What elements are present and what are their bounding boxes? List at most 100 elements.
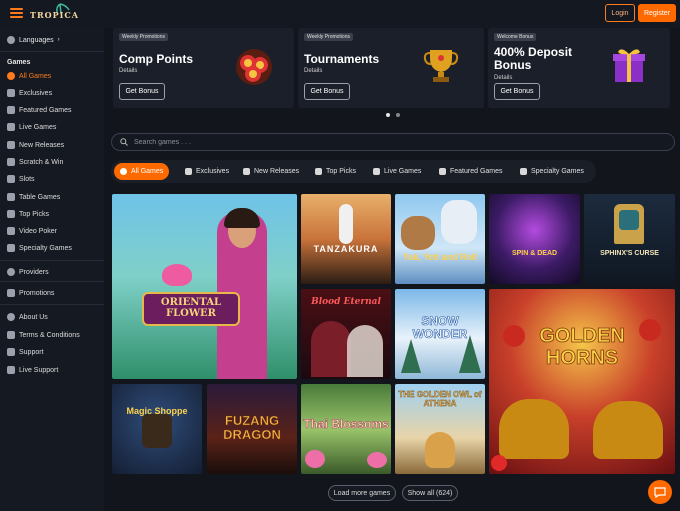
cards-icon [7,227,15,235]
star-icon [185,168,192,175]
sidebar-item-label: Terms & Conditions [19,331,80,339]
game-tile-golden-owl-athena[interactable]: THE GOLDEN OWL of ATHENA [395,384,485,474]
gift-icon [7,289,15,297]
game-tile-spin-dead[interactable]: SPIN & DEAD [489,194,580,284]
game-tile-tanzakura[interactable]: TANZAKURA [301,194,391,284]
sidebar-item-slots[interactable]: Slots [7,174,35,184]
horseshoe-icon [7,72,15,80]
show-all-button[interactable]: Show all (624) [402,485,458,501]
game-tile-snow-wonder[interactable]: SNOW WONDER [395,289,485,379]
divider [0,260,104,261]
trophy-icon [7,210,15,218]
register-button[interactable]: Register [638,4,676,22]
languages-selector[interactable]: Languages › [7,36,60,44]
providers-icon [7,268,15,276]
tab-live-games[interactable]: Live Games [367,163,427,180]
promo-card-tournaments[interactable]: Weekly Promotions Tournaments Details Ge… [298,28,484,108]
sidebar-item-label: Live Games [19,123,57,131]
promo-title: Comp Points [119,52,193,66]
get-bonus-button[interactable]: Get Bonus [119,83,165,100]
promo-details-link[interactable]: Details [494,75,512,81]
scratch-icon [7,158,15,166]
promo-details-link[interactable]: Details [119,68,137,74]
sidebar-item-scratch-win[interactable]: Scratch & Win [7,157,63,167]
tab-specialty-games[interactable]: Specialty Games [514,163,590,180]
game-title: SNOW WONDER [412,314,468,341]
slots-icon [7,175,15,183]
tab-featured-games[interactable]: Featured Games [433,163,509,180]
logo[interactable]: TROPICA [30,2,78,26]
game-title: SPIN & DEAD [511,250,558,257]
flame-icon [7,106,15,114]
trophy-cup-icon [423,50,459,82]
promo-title: 400% Deposit Bonus [494,45,573,72]
sidebar-item-label: Featured Games [19,106,72,114]
promo-card-comp-points[interactable]: Weekly Promotions Comp Points Details Ge… [113,28,294,108]
sidebar-item-label: All Games [19,72,52,80]
provider-badge-icon [491,455,507,471]
top-bar: TROPICA Login Register [0,0,680,28]
sidebar-item-promotions[interactable]: Promotions [7,288,54,298]
sidebar-item-label: Scratch & Win [19,158,64,166]
carousel-dot[interactable] [396,113,400,117]
tab-label: Featured Games [450,168,503,175]
game-tile-yak-yeti-roll[interactable]: Yak, Yeti and Roll [395,194,485,284]
tab-label: Live Games [384,168,422,175]
sidebar-item-label: Providers [19,268,49,276]
hamburger-menu-icon[interactable] [10,8,23,18]
game-title: SPHINX'S CURSE [600,250,659,257]
game-title: THE GOLDEN OWL of ATHENA [398,390,482,408]
sidebar-item-exclusives[interactable]: Exclusives [7,88,52,98]
sidebar-item-specialty-games[interactable]: Specialty Games [7,243,72,253]
get-bonus-button[interactable]: Get Bonus [494,83,540,100]
logo-text: TROPICA [30,10,79,20]
games-heading: Games [7,59,31,66]
sidebar-item-live-games[interactable]: Live Games [7,122,56,132]
game-tile-sphinx-curse[interactable]: SPHINX'S CURSE [584,194,675,284]
tab-new-releases[interactable]: New Releases [237,163,305,180]
game-tile-oriental-flower[interactable]: ORIENTAL FLOWER [112,194,297,379]
sidebar-item-top-picks[interactable]: Top Picks [7,209,49,219]
sidebar-item-support[interactable]: Support [7,347,44,357]
sidebar-item-label: Live Support [19,366,59,374]
sidebar-item-live-support[interactable]: Live Support [7,365,58,375]
load-more-button[interactable]: Load more games [328,485,396,501]
sidebar-item-about-us[interactable]: About Us [7,312,48,322]
chat-button[interactable] [648,480,672,504]
divider [0,304,104,305]
promo-card-deposit-bonus[interactable]: Welcome Bonus 400% Deposit Bonus Details… [488,28,670,108]
mail-icon [7,348,15,356]
game-title: Blood Eternal [311,297,381,307]
sidebar-item-terms[interactable]: Terms & Conditions [7,330,80,340]
game-tile-thai-blossoms[interactable]: Thai Blossoms [301,384,391,474]
game-tile-magic-shoppe[interactable]: Magic Shoppe [112,384,202,474]
tab-all-games[interactable]: All Games [114,163,170,180]
game-tile-golden-horns[interactable]: GOLDEN HORNS [489,289,675,474]
chat-bubble-icon [7,366,15,374]
tab-label: All Games [131,168,164,175]
tab-top-picks[interactable]: Top Picks [309,163,362,180]
get-bonus-button[interactable]: Get Bonus [304,83,350,100]
game-title: TANZAKURA [313,244,379,254]
sidebar-item-providers[interactable]: Providers [7,267,49,277]
tab-exclusives[interactable]: Exclusives [179,163,235,180]
login-button[interactable]: Login [605,4,635,22]
chevron-right-icon: › [57,37,60,43]
game-title: FUZANG DRAGON [223,413,281,442]
new-icon [243,168,250,175]
search-input[interactable] [134,138,634,146]
sidebar-item-table-games[interactable]: Table Games [7,192,60,202]
game-title: ORIENTAL FLOWER [160,297,222,319]
sidebar-item-all-games[interactable]: All Games [7,71,51,81]
sidebar-item-featured-games[interactable]: Featured Games [7,105,72,115]
sidebar-item-video-poker[interactable]: Video Poker [7,226,57,236]
promo-details-link[interactable]: Details [304,68,322,74]
game-tile-blood-eternal[interactable]: Blood Eternal [301,289,391,379]
game-title: Thai Blossoms [303,417,389,431]
sidebar-item-label: Slots [19,175,35,183]
sidebar-item-label: Video Poker [19,227,58,235]
sidebar-item-new-releases[interactable]: New Releases [7,140,64,150]
game-tile-fuzang-dragon[interactable]: FUZANG DRAGON [207,384,297,474]
carousel-dot-active[interactable] [386,113,390,117]
sidebar-item-label: New Releases [19,141,65,149]
